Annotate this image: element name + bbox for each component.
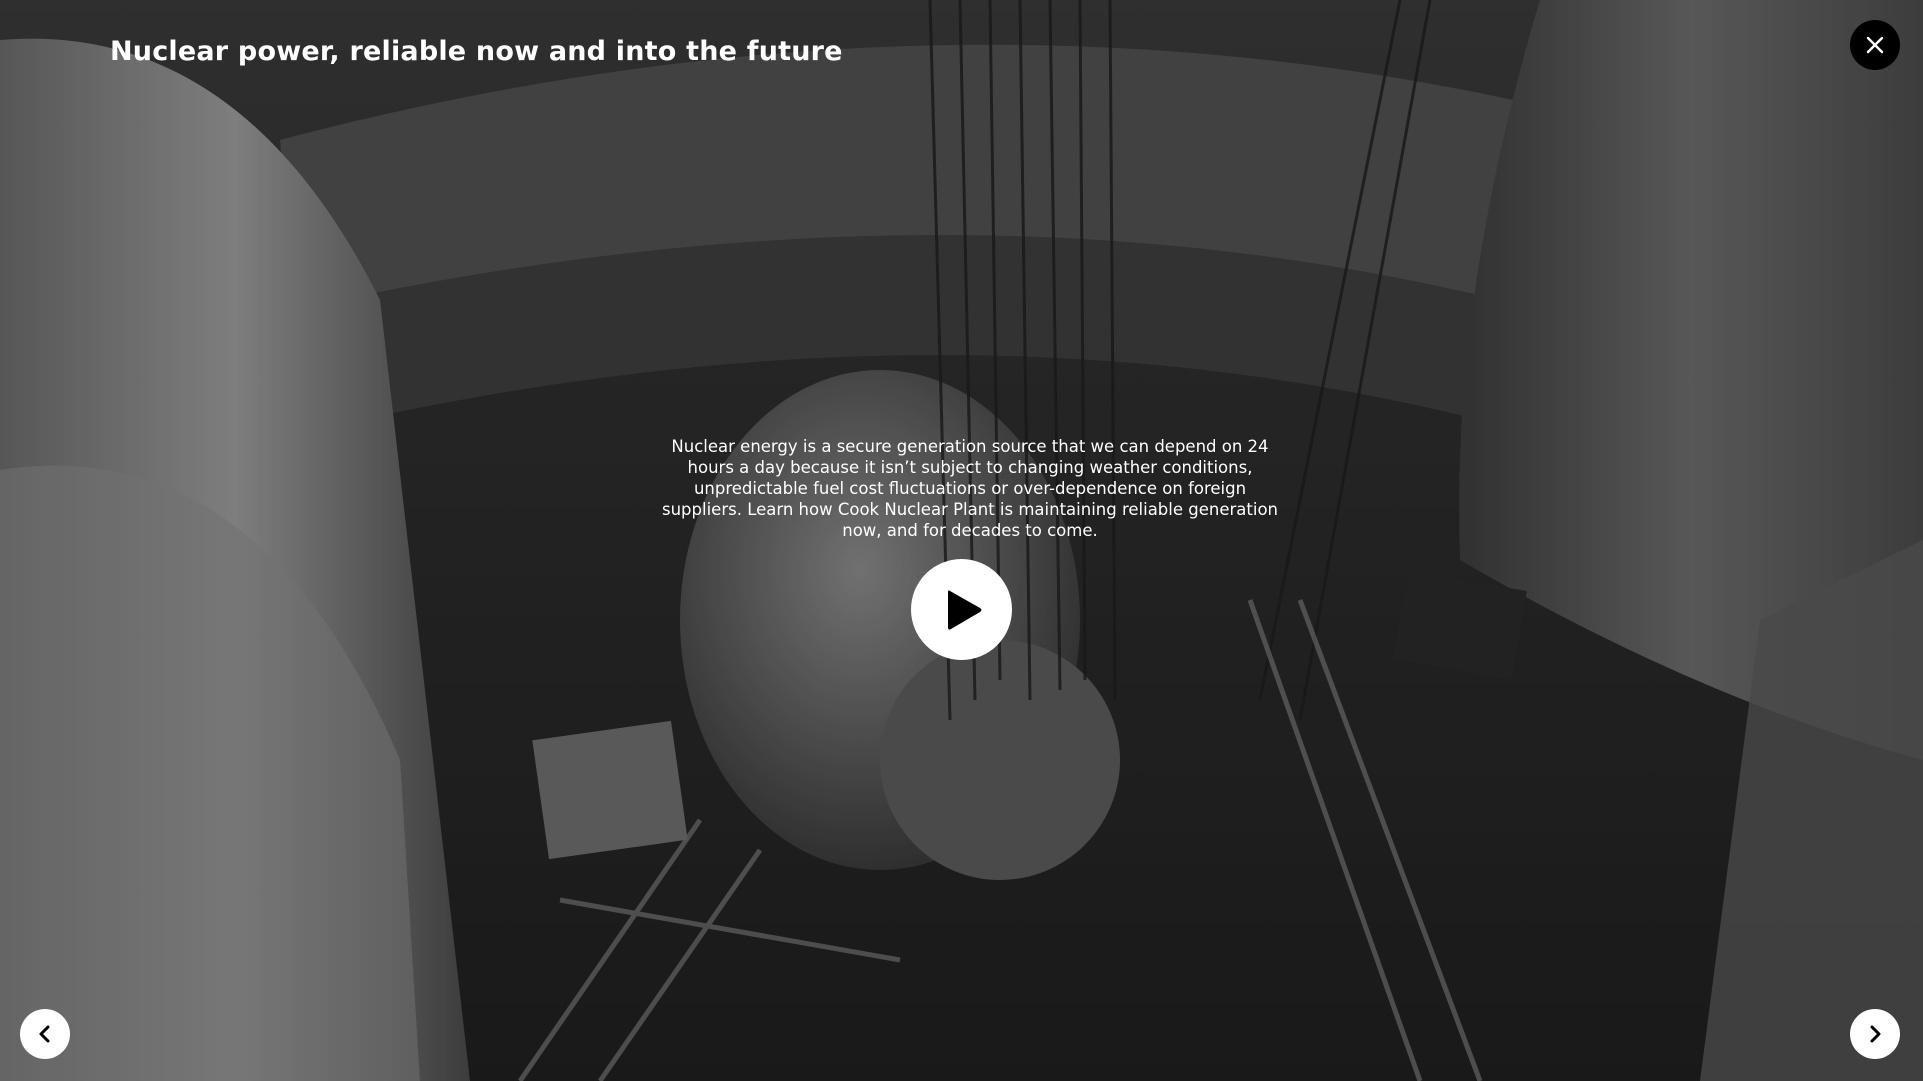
previous-slide-button[interactable] bbox=[20, 1009, 70, 1059]
video-modal: Nuclear power, reliable now and into the… bbox=[0, 0, 1923, 1081]
play-icon bbox=[940, 585, 984, 635]
modal-title: Nuclear power, reliable now and into the… bbox=[110, 36, 843, 67]
play-button[interactable] bbox=[911, 559, 1012, 660]
chevron-left-icon bbox=[38, 1025, 52, 1043]
close-icon bbox=[1866, 36, 1884, 54]
close-button[interactable] bbox=[1850, 20, 1900, 70]
next-slide-button[interactable] bbox=[1850, 1009, 1900, 1059]
chevron-right-icon bbox=[1868, 1025, 1882, 1043]
video-description: Nuclear energy is a secure generation so… bbox=[662, 437, 1278, 540]
